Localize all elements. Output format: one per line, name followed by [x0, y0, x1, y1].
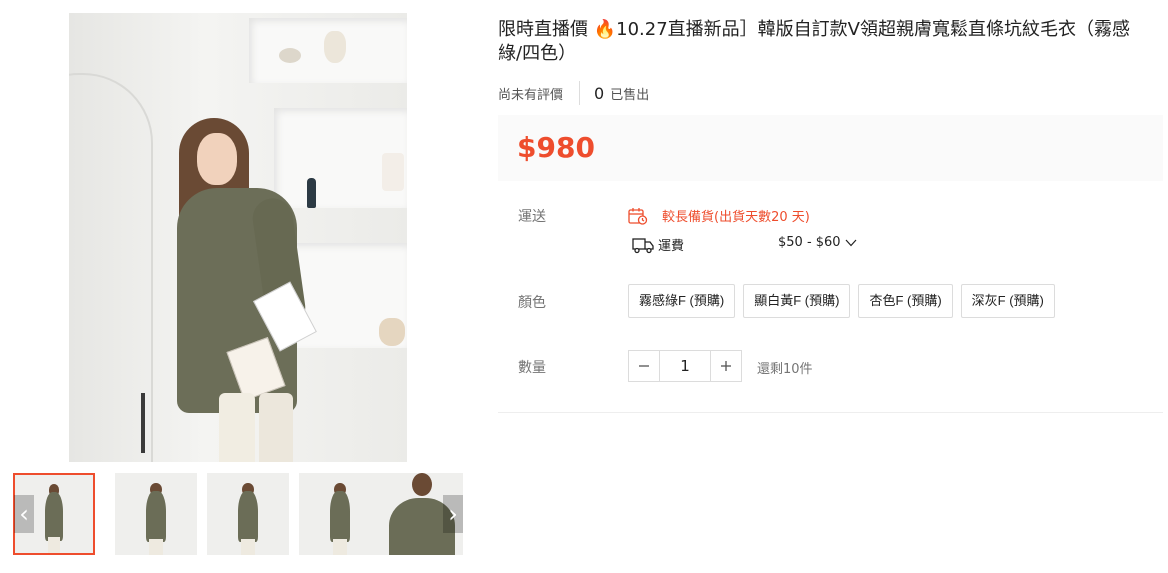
- minus-icon: [639, 365, 649, 367]
- product-meta: 尚未有評價 0 已售出: [498, 80, 649, 106]
- model-pants: [219, 393, 255, 462]
- price-box: $980: [498, 115, 1163, 181]
- thumb-model-head: [412, 473, 432, 496]
- plus-icon: [721, 361, 731, 371]
- meta-divider: [579, 81, 581, 105]
- thumb-model-legs: [149, 538, 163, 555]
- chevron-down-icon: [845, 239, 857, 246]
- cup-decor: [382, 153, 404, 191]
- quantity-increase-button[interactable]: [710, 350, 742, 382]
- thumb-model-legs: [241, 538, 255, 555]
- thumbnail-4[interactable]: [299, 473, 381, 555]
- color-option-apricot[interactable]: 杏色F (預購): [858, 284, 953, 318]
- quantity-stepper: [628, 350, 742, 382]
- shipping-fee-label: 運費: [658, 239, 685, 254]
- door-edge-decor: [141, 393, 145, 453]
- thumb-model: [44, 492, 64, 541]
- sold-count: 0: [594, 83, 605, 103]
- shipping-fee-dropdown[interactable]: $50 - $60: [778, 235, 857, 250]
- title-prefix: 限時直播價: [498, 19, 594, 40]
- gallery-prev-button[interactable]: ‹: [14, 495, 34, 533]
- truck-icon: [632, 237, 654, 253]
- model-pants: [259, 393, 293, 462]
- gallery-next-button[interactable]: ›: [443, 495, 463, 533]
- vase-decor: [379, 318, 405, 346]
- thumb-model: [330, 491, 350, 542]
- thumb-model: [238, 491, 258, 542]
- shipping-warning: 較長備貨(出貨天數20 天): [628, 206, 810, 225]
- product-title: 限時直播價 🔥10.27直播新品］韓版自訂款V領超親膚寬鬆直條坑紋毛衣（霧感綠/…: [498, 18, 1148, 66]
- shipping-warning-text: 較長備貨(出貨天數20 天): [662, 210, 810, 225]
- thumb-model: [146, 491, 166, 542]
- chevron-left-icon: ‹: [19, 500, 29, 528]
- sold-label: 已售出: [610, 87, 650, 103]
- chevron-right-icon: ›: [448, 500, 458, 528]
- vase-decor: [324, 31, 346, 63]
- calendar-clock-icon: [628, 207, 648, 225]
- main-product-image[interactable]: [69, 13, 407, 462]
- thumb-model-legs: [47, 537, 61, 553]
- color-option-misty-green[interactable]: 霧感綠F (預購): [628, 284, 736, 318]
- model-face: [197, 133, 237, 185]
- product-page: ‹ › 限時直播價 🔥10.27直播新品］韓版自訂款V領超親膚寬鬆直條坑紋毛衣（…: [0, 0, 1168, 573]
- quantity-decrease-button[interactable]: [628, 350, 660, 382]
- color-option-bright-yellow[interactable]: 顯白黃F (預購): [743, 284, 851, 318]
- color-label: 顏色: [518, 295, 546, 311]
- section-divider: [498, 412, 1163, 413]
- bottle-decor: [307, 178, 316, 208]
- thumb-model-legs: [333, 538, 347, 555]
- product-price: $980: [517, 131, 595, 164]
- stock-remaining: 還剩10件: [757, 362, 813, 377]
- rating-text[interactable]: 尚未有評價: [498, 84, 563, 103]
- shipping-label: 運送: [518, 209, 546, 225]
- shipping-fee: 運費 $50 - $60: [632, 235, 857, 254]
- thumbnail-2[interactable]: [115, 473, 197, 555]
- color-options: 霧感綠F (預購) 顯白黃F (預購) 杏色F (預購) 深灰F (預購): [628, 284, 1063, 318]
- color-option-dark-gray[interactable]: 深灰F (預購): [960, 284, 1055, 318]
- quantity-label: 數量: [518, 360, 546, 376]
- shipping-fee-range: $50 - $60: [778, 235, 841, 250]
- fire-icon: 🔥: [593, 19, 617, 40]
- thumbnail-strip: ‹ ›: [13, 473, 463, 555]
- quantity-input[interactable]: [660, 350, 710, 382]
- bowl-decor: [279, 48, 301, 63]
- thumbnail-3[interactable]: [207, 473, 289, 555]
